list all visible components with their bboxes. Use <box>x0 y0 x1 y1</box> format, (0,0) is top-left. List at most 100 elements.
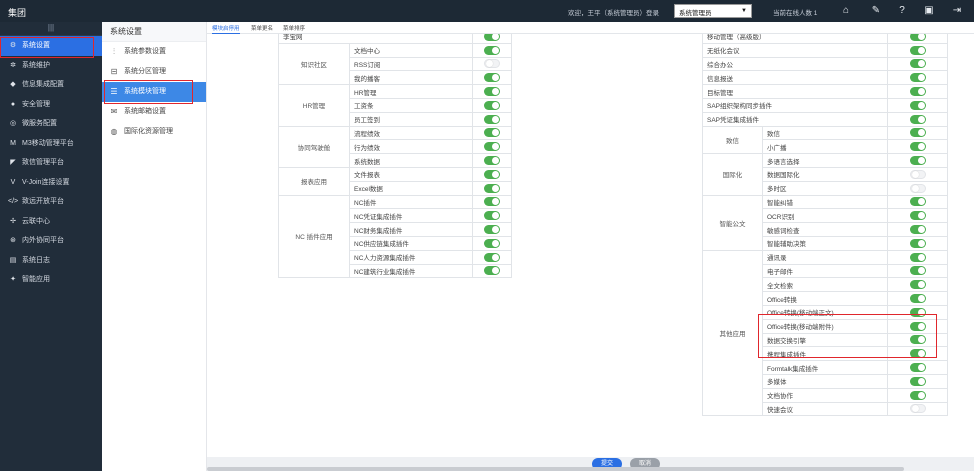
module-toggle[interactable] <box>909 114 926 124</box>
sub-item-i18n[interactable]: ◍ 国际化资源管理 <box>102 122 206 142</box>
microservice-icon: ◎ <box>9 120 17 127</box>
category-cell: 致信 <box>702 125 763 155</box>
nav-item-vjoin[interactable]: V V-Join连接设置 <box>0 173 102 193</box>
tab-module-toggle[interactable]: 模块启停用 <box>212 24 240 34</box>
nav-item-log[interactable]: ▤ 系统日志 <box>0 251 102 271</box>
nav-item-system-settings[interactable]: ⚙ 系统设置 <box>0 36 102 56</box>
module-toggle[interactable] <box>909 307 926 317</box>
module-toggle[interactable] <box>484 100 500 110</box>
module-toggle[interactable] <box>484 73 500 83</box>
module-toggle[interactable] <box>909 100 926 110</box>
module-toggle[interactable] <box>909 266 926 276</box>
module-label: HR管理 <box>349 84 473 99</box>
module-toggle[interactable] <box>909 280 926 290</box>
module-toggle[interactable] <box>909 45 926 55</box>
sub-item-partition[interactable]: ⊟ 系统分区管理 <box>102 62 206 82</box>
module-toggle[interactable] <box>909 156 926 166</box>
nav-item-message[interactable]: ◤ 致信管理平台 <box>0 153 102 173</box>
nav-item-security[interactable]: ● 安全管理 <box>0 95 102 115</box>
nav-item-label: 微服务配置 <box>22 120 57 127</box>
nav-item-microservice[interactable]: ◎ 微服务配置 <box>0 114 102 134</box>
module-toggle[interactable] <box>909 211 926 221</box>
tab-menu-rename[interactable]: 菜单更名 <box>251 24 273 32</box>
nav-item-label: 信息集成配置 <box>22 81 64 88</box>
nav-item-smart[interactable]: ✦ 智能应用 <box>0 270 102 290</box>
module-toggle[interactable] <box>909 294 926 304</box>
module-toggle[interactable] <box>909 252 926 262</box>
sub-item-params[interactable]: ⫶ 系统参数设置 <box>102 42 206 62</box>
wrench-icon[interactable]: ✎ <box>869 4 883 18</box>
sub-nav: 系统设置 ⫶ 系统参数设置 ⊟ 系统分区管理 ☰ 系统模块管理 ✉ 系统邮箱设置 ◍ 国际… <box>102 22 207 471</box>
module-toggle[interactable] <box>909 349 926 359</box>
module-label: NC供应链集成插件 <box>349 235 473 251</box>
module-toggle[interactable] <box>909 73 926 83</box>
role-select-value: 系统管理员 <box>679 10 712 17</box>
toggle-cell <box>887 360 948 375</box>
module-toggle[interactable] <box>484 169 500 179</box>
module-toggle[interactable] <box>909 59 926 69</box>
table-row: 报表应用 文件报表 <box>278 166 512 196</box>
nav-collapse-toggle[interactable]: ||| <box>0 22 102 36</box>
module-toggle[interactable] <box>484 156 500 166</box>
nav-item-system-maintenance[interactable]: ✲ 系统维护 <box>0 56 102 76</box>
toggle-cell <box>472 84 512 99</box>
horizontal-scrollbar[interactable] <box>207 467 904 471</box>
sub-item-mail[interactable]: ✉ 系统邮箱设置 <box>102 102 206 122</box>
module-toggle[interactable] <box>484 183 500 193</box>
module-toggle[interactable] <box>909 183 926 193</box>
help-icon[interactable]: ? <box>895 4 909 18</box>
nav-item-integration[interactable]: ◆ 信息集成配置 <box>0 75 102 95</box>
module-toggle[interactable] <box>484 114 500 124</box>
module-toggle[interactable] <box>909 376 926 386</box>
module-toggle[interactable] <box>484 252 500 262</box>
module-toggle[interactable] <box>909 169 926 179</box>
module-toggle[interactable] <box>484 211 500 221</box>
module-toggle[interactable] <box>909 363 926 373</box>
module-toggle[interactable] <box>909 142 926 152</box>
module-toggle[interactable] <box>909 390 926 400</box>
logout-icon[interactable]: ⇥ <box>950 4 964 18</box>
toggle-cell <box>887 180 948 196</box>
module-label: 数据交换引擎 <box>762 332 888 348</box>
nav-item-open-platform[interactable]: </> 致远开放平台 <box>0 192 102 212</box>
table-row: 移动管理（高级版） <box>702 34 948 44</box>
module-toggle[interactable] <box>909 197 926 207</box>
module-toggle[interactable] <box>484 128 500 138</box>
category-cell: 智能公文 <box>702 194 763 251</box>
module-toggle[interactable] <box>484 142 500 152</box>
role-select[interactable]: 系统管理员 ▼ <box>674 4 752 18</box>
nav-item-m3[interactable]: M M3移动管理平台 <box>0 134 102 154</box>
module-toggle[interactable] <box>484 45 500 55</box>
module-toggle[interactable] <box>909 321 926 331</box>
toggle-cell <box>887 111 948 127</box>
module-toggle[interactable] <box>484 266 500 276</box>
tab-menu-order[interactable]: 菜单排序 <box>283 24 305 32</box>
module-toggle[interactable] <box>909 87 926 97</box>
toggle-cell <box>472 139 512 155</box>
module-toggle[interactable] <box>484 34 500 41</box>
module-toggle[interactable] <box>909 34 926 41</box>
integration-icon: ◆ <box>10 81 16 88</box>
module-toggle[interactable] <box>484 238 500 248</box>
module-toggle[interactable] <box>909 238 926 248</box>
toggle-cell <box>472 34 512 44</box>
toggle-cell <box>887 125 948 141</box>
toggle-cell <box>887 373 948 389</box>
module-toggle[interactable] <box>484 225 500 235</box>
home-icon[interactable]: ⌂ <box>839 4 853 18</box>
module-toggle[interactable] <box>909 404 926 414</box>
toggle-cell <box>472 235 512 251</box>
nav-item-collab[interactable]: ⊛ 内外协同平台 <box>0 231 102 251</box>
save-icon[interactable]: ▣ <box>922 4 936 18</box>
toggle-cell <box>472 125 512 141</box>
module-toggle[interactable] <box>484 87 500 97</box>
module-toggle[interactable] <box>484 197 500 207</box>
module-toggle[interactable] <box>909 128 926 138</box>
module-toggle[interactable] <box>909 225 926 235</box>
module-toggle[interactable] <box>909 335 926 345</box>
sub-item-modules[interactable]: ☰ 系统模块管理 <box>102 82 206 102</box>
sub-nav-title: 系统设置 <box>102 22 206 42</box>
nav-item-cloud[interactable]: ✢ 云联中心 <box>0 212 102 232</box>
table-row: 致信 致信 <box>702 125 948 155</box>
module-toggle[interactable] <box>484 59 500 69</box>
